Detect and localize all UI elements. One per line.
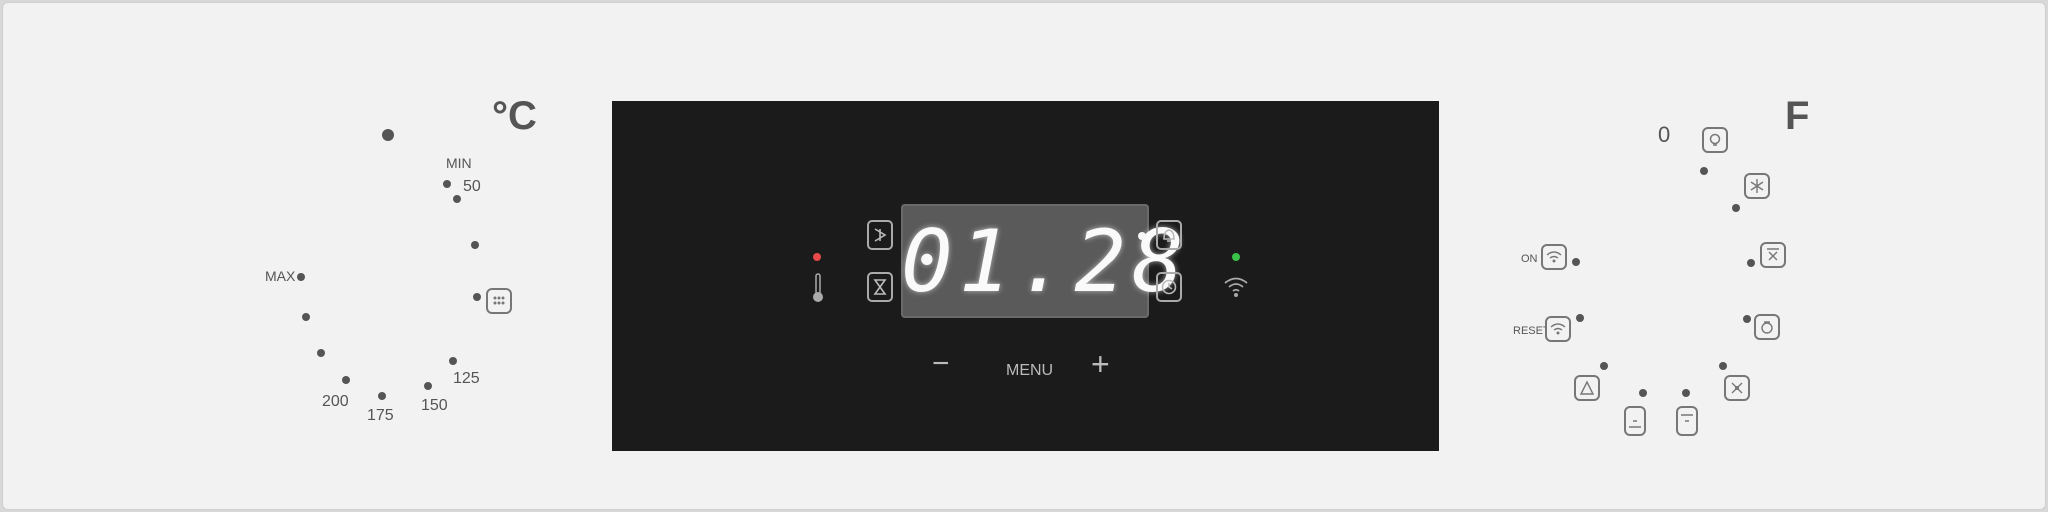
dial-dot (1572, 258, 1580, 266)
dial-dot (1747, 259, 1755, 267)
dial-dot (1639, 389, 1647, 397)
scale-label-175: 175 (367, 407, 394, 424)
max-label: MAX (265, 268, 296, 284)
dial-dot (297, 273, 305, 281)
fahrenheit-unit-label: F (1785, 94, 1810, 138)
lamp-icon (1702, 127, 1728, 153)
min-label: MIN (446, 155, 472, 171)
clock-icon[interactable] (1156, 272, 1182, 302)
dial-dot (449, 357, 457, 365)
dial-dot (1576, 314, 1584, 322)
top-heat-icon (1676, 406, 1698, 436)
scale-label-200: 200 (322, 393, 349, 410)
menu-button[interactable]: MENU (1006, 362, 1053, 380)
pizza-icon (1574, 375, 1600, 401)
wifi-on-label: ON (1521, 253, 1538, 265)
timer-hourglass-icon[interactable] (867, 272, 893, 302)
alarm-bell-icon[interactable] (1156, 220, 1182, 250)
touch-display: 01.28 − MENU + (612, 101, 1439, 451)
bottom-heat-icon (1624, 406, 1646, 436)
fan-heat-icon (1724, 375, 1750, 401)
wifi-icon (1222, 273, 1250, 306)
time-display: 01.28 (901, 204, 1190, 318)
scale-label-150: 150 (421, 397, 448, 414)
dial-dot (342, 376, 350, 384)
time-readout: 01.28 (901, 212, 1190, 312)
dial-dot (453, 195, 461, 203)
minus-button[interactable]: − (932, 347, 950, 381)
dial-dot (1743, 315, 1751, 323)
dial-dot (1600, 362, 1608, 370)
thermometer-icon (811, 273, 825, 308)
dial-dot (378, 392, 386, 400)
dial-dot (473, 293, 481, 301)
display-indicator-led (1138, 232, 1146, 240)
dial-dot (1732, 204, 1740, 212)
zero-position-label: 0 (1658, 122, 1671, 147)
scale-label-125: 125 (453, 370, 480, 387)
dial-dot (443, 180, 451, 188)
dial-dot (1700, 167, 1708, 175)
wifi-led (1232, 253, 1240, 261)
door-lock-icon[interactable] (867, 220, 893, 250)
wifi-reset-icon (1545, 316, 1571, 342)
wifi-on-icon (1541, 244, 1567, 270)
dial-dot (1719, 362, 1727, 370)
fan-grill-icon (1760, 242, 1786, 268)
scale-label-50: 50 (463, 178, 481, 195)
dial-indicator-dot (382, 129, 394, 141)
steam-icon (486, 288, 512, 314)
eco-icon (1754, 314, 1780, 340)
celsius-unit-label: °C (492, 94, 537, 138)
temperature-led (813, 253, 821, 261)
dial-dot (1682, 389, 1690, 397)
plus-button[interactable]: + (1091, 346, 1110, 383)
oven-control-panel: °C MIN 50 MAX 125 150 175 200 01.28 − ME… (2, 2, 2046, 510)
dial-dot (302, 313, 310, 321)
dial-dot (471, 241, 479, 249)
defrost-icon (1744, 173, 1770, 199)
dial-dot (424, 382, 432, 390)
dial-dot (317, 349, 325, 357)
